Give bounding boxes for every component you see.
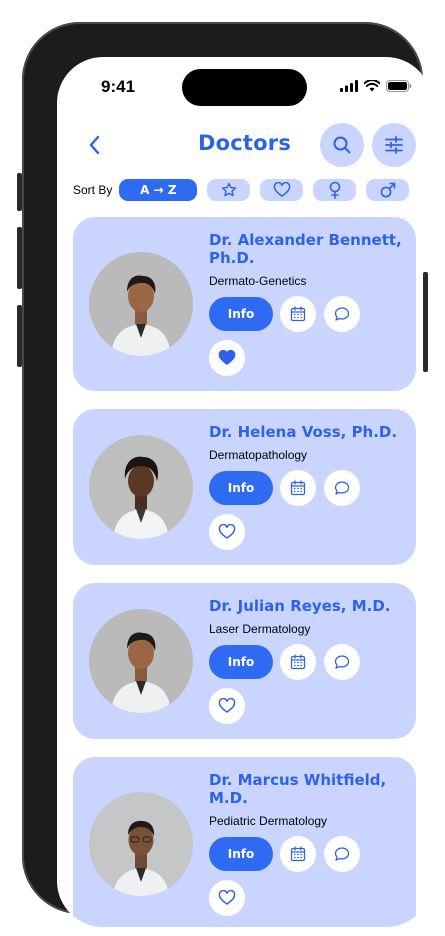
sort-label: Sort By bbox=[73, 183, 113, 197]
info-button[interactable]: Info bbox=[209, 645, 273, 679]
dynamic-island bbox=[182, 69, 307, 106]
chat-button[interactable] bbox=[324, 836, 360, 872]
heart-icon bbox=[273, 182, 291, 197]
sort-male-chip[interactable] bbox=[366, 179, 410, 201]
sort-az-label: A → Z bbox=[140, 183, 177, 197]
search-icon bbox=[333, 136, 351, 154]
doctor-card[interactable]: Dr. Marcus Whitfield, M.D. Pediatric Der… bbox=[73, 757, 416, 927]
sliders-icon bbox=[385, 136, 403, 154]
heart-icon bbox=[218, 890, 236, 905]
screen: 9:41 Doctors Sort By A → Z Dr. Alexander… bbox=[57, 57, 432, 927]
phone-frame: 9:41 Doctors Sort By A → Z Dr. Alexander… bbox=[22, 22, 432, 927]
male-icon bbox=[380, 182, 396, 198]
info-button[interactable]: Info bbox=[209, 471, 273, 505]
chat-bubble-icon bbox=[334, 307, 350, 321]
volume-down-button bbox=[17, 305, 22, 367]
favorite-button[interactable] bbox=[209, 514, 245, 550]
avatar bbox=[89, 252, 193, 356]
volume-up-button bbox=[17, 227, 22, 289]
star-icon bbox=[221, 182, 236, 197]
chat-bubble-icon bbox=[334, 847, 350, 861]
sort-rating-chip[interactable] bbox=[207, 179, 251, 201]
calendar-icon bbox=[290, 480, 306, 496]
calendar-icon bbox=[290, 846, 306, 862]
doctor-specialty: Dermatopathology bbox=[209, 448, 308, 462]
info-button[interactable]: Info bbox=[209, 837, 273, 871]
info-button-label: Info bbox=[227, 655, 255, 669]
chat-button[interactable] bbox=[324, 296, 360, 332]
doctor-card[interactable]: Dr. Alexander Bennett, Ph.D. Dermato-Gen… bbox=[73, 217, 416, 391]
header: Doctors bbox=[57, 123, 432, 167]
favorite-button[interactable] bbox=[209, 880, 245, 916]
chat-bubble-icon bbox=[334, 481, 350, 495]
search-button[interactable] bbox=[320, 123, 364, 167]
doctor-specialty: Dermato-Genetics bbox=[209, 274, 307, 288]
info-button-label: Info bbox=[227, 481, 255, 495]
doctor-specialty: Laser Dermatology bbox=[209, 622, 311, 636]
avatar bbox=[89, 792, 193, 896]
chat-bubble-icon bbox=[334, 655, 350, 669]
calendar-button[interactable] bbox=[280, 470, 316, 506]
calendar-icon bbox=[290, 306, 306, 322]
avatar bbox=[89, 609, 193, 713]
action-button bbox=[17, 173, 22, 211]
status-icons bbox=[340, 80, 412, 92]
favorite-button[interactable] bbox=[209, 340, 245, 376]
info-button-label: Info bbox=[227, 307, 255, 321]
heart-filled-icon bbox=[218, 350, 236, 365]
sort-favorite-chip[interactable] bbox=[260, 179, 304, 201]
doctor-name: Dr. Helena Voss, Ph.D. bbox=[209, 423, 398, 441]
signal-icon bbox=[340, 80, 358, 92]
female-icon bbox=[329, 181, 341, 199]
info-button[interactable]: Info bbox=[209, 297, 273, 331]
calendar-button[interactable] bbox=[280, 836, 316, 872]
doctor-card[interactable]: Dr. Julian Reyes, M.D. Laser Dermatology… bbox=[73, 583, 416, 739]
doctor-card[interactable]: Dr. Helena Voss, Ph.D. Dermatopathology … bbox=[73, 409, 416, 565]
heart-icon bbox=[218, 524, 236, 539]
filter-button[interactable] bbox=[372, 123, 416, 167]
calendar-button[interactable] bbox=[280, 296, 316, 332]
calendar-icon bbox=[290, 654, 306, 670]
chat-button[interactable] bbox=[324, 470, 360, 506]
sort-az-chip[interactable]: A → Z bbox=[119, 179, 198, 201]
avatar bbox=[89, 435, 193, 539]
heart-icon bbox=[218, 698, 236, 713]
sort-bar: Sort By A → Z bbox=[73, 178, 432, 202]
battery-icon bbox=[386, 80, 412, 92]
power-button bbox=[423, 272, 428, 372]
sort-female-chip[interactable] bbox=[313, 179, 357, 201]
doctor-specialty: Pediatric Dermatology bbox=[209, 814, 328, 828]
chat-button[interactable] bbox=[324, 644, 360, 680]
calendar-button[interactable] bbox=[280, 644, 316, 680]
status-bar: 9:41 bbox=[57, 57, 432, 117]
doctor-name: Dr. Alexander Bennett, Ph.D. bbox=[209, 231, 402, 267]
info-button-label: Info bbox=[227, 847, 255, 861]
favorite-button[interactable] bbox=[209, 688, 245, 724]
doctor-name: Dr. Marcus Whitfield, M.D. bbox=[209, 771, 387, 807]
status-time: 9:41 bbox=[101, 77, 136, 96]
wifi-icon bbox=[364, 80, 380, 92]
doctor-name: Dr. Julian Reyes, M.D. bbox=[209, 597, 391, 615]
